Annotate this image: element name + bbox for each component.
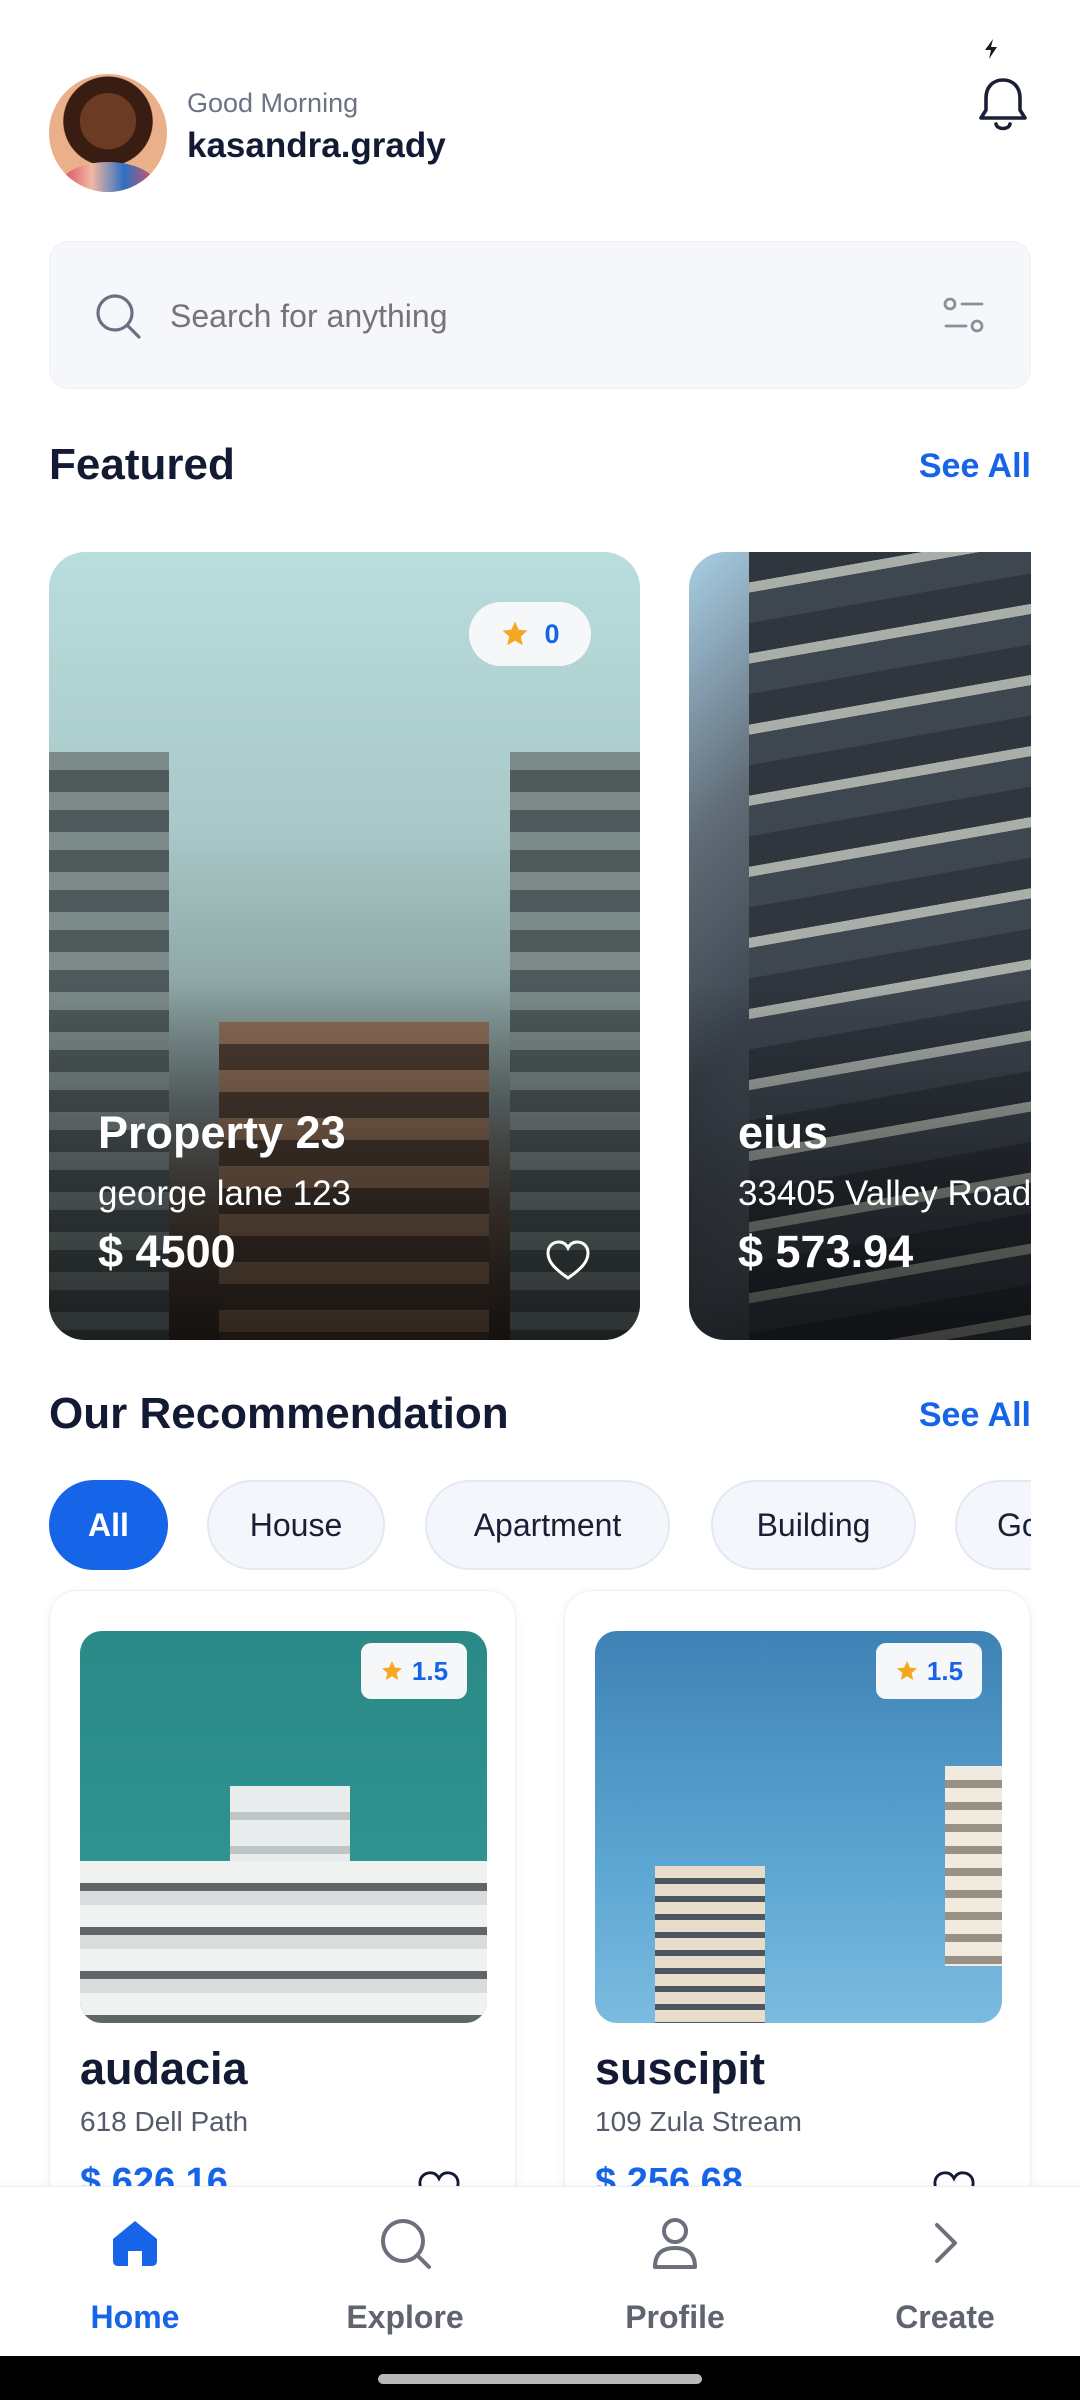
chip-building[interactable]: Building <box>711 1480 916 1570</box>
featured-carousel[interactable]: 0 Property 23 george lane 123 $ 4500 eiu… <box>49 552 1031 1340</box>
header: Good Morning kasandra.grady <box>49 74 1031 194</box>
search-icon <box>96 294 141 339</box>
nav-create[interactable]: Create <box>810 2187 1080 2357</box>
property-price: $ 4500 <box>98 1226 236 1277</box>
chip-apartment[interactable]: Apartment <box>425 1480 670 1570</box>
avatar[interactable] <box>49 74 167 192</box>
rating-value: 1.5 <box>411 1655 449 1686</box>
avatar-shirt <box>59 162 157 192</box>
chevron-right-icon <box>935 2223 957 2263</box>
rating-value: 0 <box>544 618 560 649</box>
building-shape <box>655 1866 765 2023</box>
nav-explore-label: Explore <box>346 2299 464 2335</box>
building-shape <box>80 1861 487 2023</box>
search-input[interactable] <box>170 242 870 390</box>
nav-home-label: Home <box>90 2299 180 2335</box>
recommendation-card[interactable]: 1.5 suscipit 109 Zula Stream $ 256.68 <box>564 1590 1031 2290</box>
recommendation-see-all-link[interactable]: See All <box>919 1396 1031 1435</box>
star-icon <box>502 621 528 646</box>
property-address: 618 Dell Path <box>80 2106 249 2137</box>
search-bar[interactable] <box>49 241 1031 390</box>
rating-badge: 1.5 <box>361 1643 467 1699</box>
featured-title: Featured <box>49 440 235 489</box>
flash-status-icon <box>985 39 997 59</box>
featured-card[interactable]: 0 Property 23 george lane 123 $ 4500 <box>49 552 640 1340</box>
featured-card[interactable]: eius 33405 Valley Road $ 573.94 <box>689 552 1031 1340</box>
property-name: eius <box>738 1107 829 1158</box>
property-name: suscipit <box>595 2043 766 2094</box>
featured-see-all-link[interactable]: See All <box>919 447 1031 486</box>
property-image: 1.5 <box>80 1631 487 2023</box>
property-image: 1.5 <box>595 1631 1002 2023</box>
username: kasandra.grady <box>187 126 446 165</box>
rating-badge: 0 <box>469 602 591 666</box>
search-icon <box>381 2219 431 2269</box>
chip-partial[interactable]: Go <box>955 1480 1031 1570</box>
home-icon <box>113 2221 157 2266</box>
star-icon <box>381 1661 402 1680</box>
category-chips: All House Apartment Building Go <box>49 1480 1031 1572</box>
property-name: audacia <box>80 2043 248 2094</box>
greeting-text: Good Morning <box>187 88 359 118</box>
bell-icon[interactable] <box>975 74 1031 136</box>
property-address: 109 Zula Stream <box>595 2106 802 2137</box>
chip-all[interactable]: All <box>49 1480 168 1570</box>
bottom-navigation: Home Explore Profile Create <box>0 2186 1080 2356</box>
filter-icon[interactable] <box>942 296 986 336</box>
heart-icon[interactable] <box>545 1238 591 1282</box>
star-icon <box>896 1661 917 1680</box>
card-shade <box>689 980 1031 1340</box>
system-navigation-bar <box>0 2356 1080 2400</box>
chip-house[interactable]: House <box>207 1480 385 1570</box>
property-address: 33405 Valley Road <box>738 1174 1031 1213</box>
home-indicator[interactable] <box>378 2374 702 2384</box>
nav-home[interactable]: Home <box>0 2187 270 2357</box>
nav-explore[interactable]: Explore <box>270 2187 540 2357</box>
rating-value: 1.5 <box>926 1655 964 1686</box>
nav-profile-label: Profile <box>625 2299 725 2335</box>
nav-create-label: Create <box>895 2299 995 2335</box>
building-shape <box>945 1766 1002 1966</box>
nav-profile[interactable]: Profile <box>540 2187 810 2357</box>
user-icon <box>653 2218 697 2269</box>
card-shade <box>49 980 640 1340</box>
property-name: Property 23 <box>98 1107 346 1158</box>
recommendation-title: Our Recommendation <box>49 1389 509 1438</box>
recommendation-card[interactable]: 1.5 audacia 618 Dell Path $ 626.16 <box>49 1590 516 2290</box>
property-price: $ 573.94 <box>738 1226 914 1277</box>
property-address: george lane 123 <box>98 1174 351 1213</box>
rating-badge: 1.5 <box>876 1643 982 1699</box>
